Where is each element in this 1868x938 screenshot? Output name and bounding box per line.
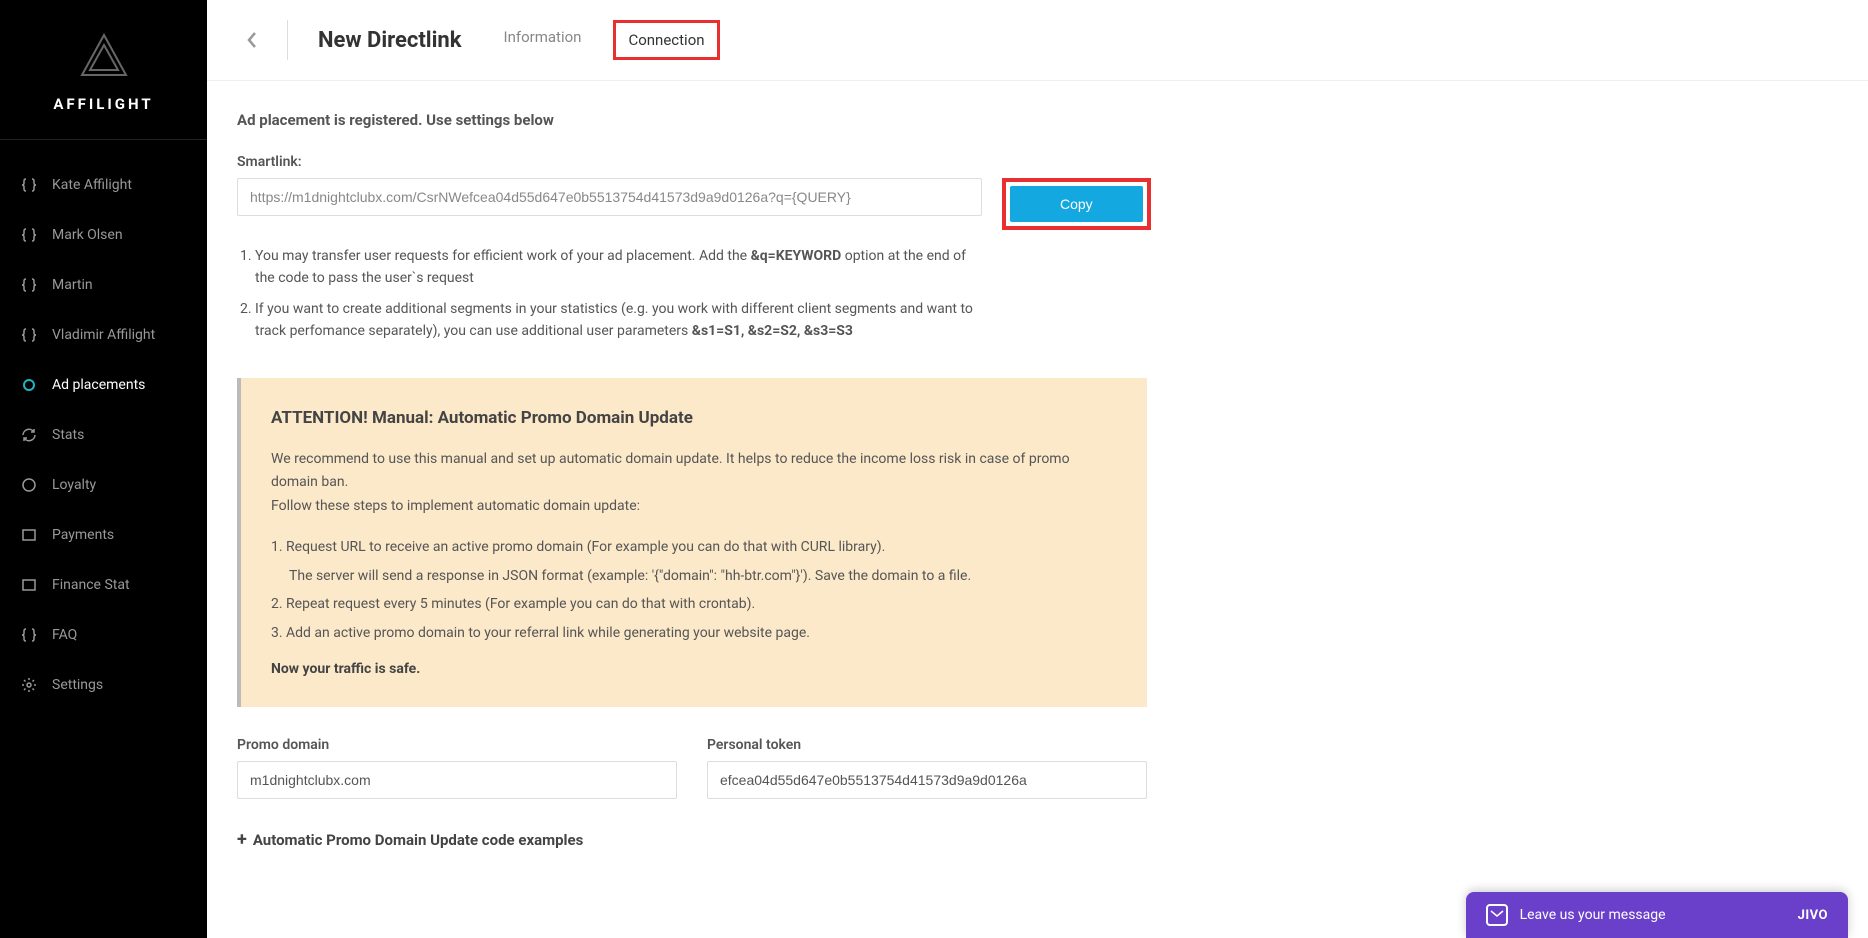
content-area: Ad placement is registered. Use settings… [207,81,1407,880]
sidebar-item-faq[interactable]: FAQ [0,610,207,660]
sidebar-item-label: Martin [52,277,93,293]
expander-label: Automatic Promo Domain Update code examp… [253,831,584,849]
sidebar-item-ad-placements[interactable]: Ad placements [0,360,207,410]
sidebar-item-stats[interactable]: Stats [0,410,207,460]
code-examples-expander[interactable]: + Automatic Promo Domain Update code exa… [237,829,1377,850]
note-item-1: You may transfer user requests for effic… [255,245,977,290]
sidebar-item-label: FAQ [52,627,77,643]
personal-token-label: Personal token [707,737,1147,753]
back-button[interactable] [237,25,267,55]
chat-widget[interactable]: Leave us your message JIVO [1466,892,1848,938]
sidebar-item-vladimir[interactable]: Vladimir Affilight [0,310,207,360]
circle-icon [20,376,38,394]
attention-safe: Now your traffic is safe. [271,661,1117,677]
braces-icon [20,276,38,294]
header-divider [287,20,288,60]
gear-icon [20,676,38,694]
circle-outline-icon [20,476,38,494]
chat-brand: JIVO [1798,908,1828,923]
logo-triangle-icon [74,27,134,87]
copy-button[interactable]: Copy [1010,186,1143,222]
attention-title: ATTENTION! Manual: Automatic Promo Domai… [271,408,1117,428]
attention-steps: 1. Request URL to receive an active prom… [271,534,1117,646]
sidebar-nav: Kate Affilight Mark Olsen Martin Vladimi… [0,140,207,710]
attention-step-1: 1. Request URL to receive an active prom… [271,534,1117,561]
main-content: New Directlink Information Connection Ad… [207,0,1868,938]
personal-token-input[interactable] [707,761,1147,799]
page-title: New Directlink [318,28,462,53]
sidebar-item-finance-stat[interactable]: Finance Stat [0,560,207,610]
braces-icon [20,626,38,644]
page-header: New Directlink Information Connection [207,0,1868,81]
sidebar-item-label: Stats [52,427,84,443]
attention-step-1b: The server will send a response in JSON … [271,563,1117,590]
tabs: Information Connection [492,20,720,60]
smartlink-input[interactable] [237,178,982,216]
sidebar-item-label: Vladimir Affilight [52,327,155,343]
logo-area: AFFILIGHT [0,0,207,140]
sidebar-item-settings[interactable]: Settings [0,660,207,710]
chat-message: Leave us your message [1520,907,1666,923]
sidebar-item-mark[interactable]: Mark Olsen [0,210,207,260]
sidebar-item-label: Payments [52,527,114,543]
sidebar-item-kate[interactable]: Kate Affilight [0,160,207,210]
braces-icon [20,326,38,344]
sidebar-item-label: Mark Olsen [52,227,123,243]
sidebar-item-label: Settings [52,677,103,693]
chevron-left-icon [246,31,258,49]
braces-icon [20,226,38,244]
square-icon [20,576,38,594]
promo-domain-label: Promo domain [237,737,677,753]
logo: AFFILIGHT [53,27,153,113]
sidebar-item-label: Kate Affilight [52,177,132,193]
attention-step-2: 2. Repeat request every 5 minutes (For e… [271,591,1117,618]
note-item-2: If you want to create additional segment… [255,298,977,343]
sidebar: AFFILIGHT Kate Affilight Mark Olsen Mart… [0,0,207,938]
braces-icon [20,176,38,194]
sidebar-item-martin[interactable]: Martin [0,260,207,310]
notes-list: You may transfer user requests for effic… [237,245,977,343]
smartlink-row: Copy [237,178,1377,230]
tab-information[interactable]: Information [492,20,594,60]
plus-icon: + [237,829,247,850]
attention-box: ATTENTION! Manual: Automatic Promo Domai… [237,378,1147,708]
attention-step-3: 3. Add an active promo domain to your re… [271,620,1117,647]
registered-heading: Ad placement is registered. Use settings… [237,111,1377,129]
smartlink-label: Smartlink: [237,154,1377,170]
mail-icon [1486,904,1508,926]
copy-highlight: Copy [1002,178,1151,230]
sidebar-item-label: Loyalty [52,477,96,493]
attention-intro: We recommend to use this manual and set … [271,448,1117,519]
domain-token-row: Promo domain Personal token [237,737,1377,799]
sidebar-item-label: Ad placements [52,377,145,393]
personal-token-col: Personal token [707,737,1147,799]
logo-text: AFFILIGHT [53,95,153,113]
tab-connection[interactable]: Connection [613,20,719,60]
sidebar-item-loyalty[interactable]: Loyalty [0,460,207,510]
promo-domain-input[interactable] [237,761,677,799]
refresh-icon [20,426,38,444]
promo-domain-col: Promo domain [237,737,677,799]
square-icon [20,526,38,544]
sidebar-item-payments[interactable]: Payments [0,510,207,560]
sidebar-item-label: Finance Stat [52,577,130,593]
